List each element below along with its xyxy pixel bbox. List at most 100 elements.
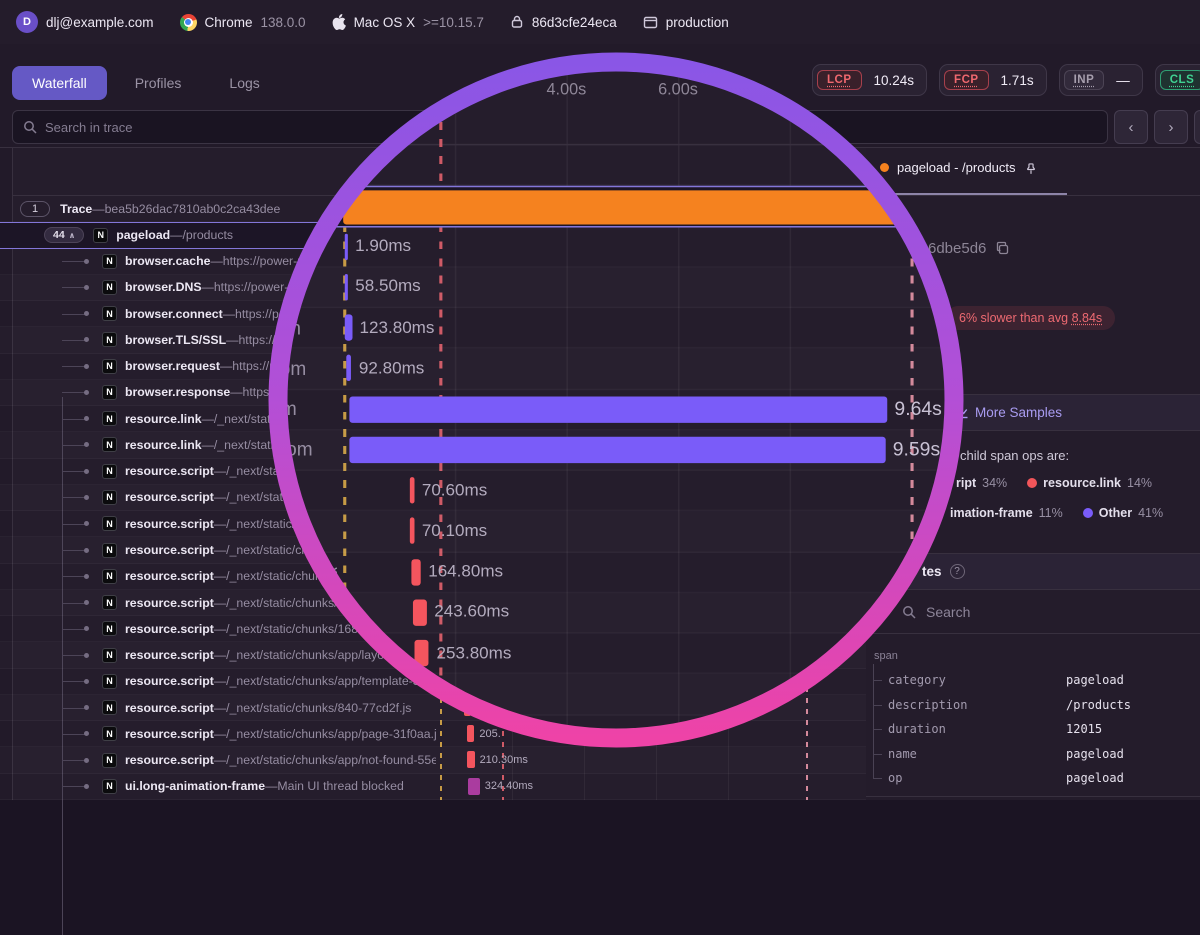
span-op: resource.script xyxy=(125,464,214,478)
prev-match-button[interactable]: ‹ xyxy=(1114,110,1148,144)
release-icon xyxy=(510,15,524,29)
tree-node-dot xyxy=(84,364,89,369)
span-bar[interactable] xyxy=(467,751,475,768)
tree-connector xyxy=(62,261,85,262)
op-desc-separator: — xyxy=(214,622,226,636)
span-row[interactable]: Nui.long-animation-frame — Main UI threa… xyxy=(0,774,866,800)
vital-inp[interactable]: INP — xyxy=(1059,64,1143,96)
next-match-button[interactable]: › xyxy=(1154,110,1188,144)
op-breakdown-label: imation-frame xyxy=(950,506,1033,520)
op-desc-separator: — xyxy=(230,385,242,399)
attribute-value: pageload xyxy=(1066,771,1124,785)
span-duration-label: 210.30ms xyxy=(480,754,528,766)
tree-node-dot xyxy=(84,758,89,763)
magnifier-lens: D dlj@example.com Chrome 138.0.0 Mac OS … xyxy=(287,71,945,729)
op-desc-separator: — xyxy=(214,727,226,741)
span-op: resource.script xyxy=(125,596,214,610)
tree-connector xyxy=(62,550,85,551)
expand-collapse-pill[interactable]: 44∧ xyxy=(44,227,84,243)
nextjs-icon: N xyxy=(102,411,117,426)
vital-cls[interactable]: CLS 0 xyxy=(1155,64,1200,96)
op-breakdown-pct: 11% xyxy=(1039,506,1063,520)
tree-connector xyxy=(62,734,85,735)
release-chip: 86d3cfe24eca xyxy=(510,15,617,30)
slower-than-avg-badge: 6% slower than avg 8.84s xyxy=(946,306,1115,330)
tree-connector xyxy=(62,287,85,288)
span-op: resource.script xyxy=(125,490,214,504)
browser-version: 138.0.0 xyxy=(261,15,306,30)
tree-node-dot xyxy=(84,653,89,658)
tree-connector xyxy=(62,603,85,604)
nextjs-icon: N xyxy=(102,280,117,295)
apple-icon xyxy=(332,14,346,30)
tree-connector xyxy=(62,786,85,787)
span-op: resource.link xyxy=(125,438,202,452)
op-desc-separator: — xyxy=(214,596,226,610)
browser-name: Chrome xyxy=(205,15,253,30)
nextjs-icon: N xyxy=(102,464,117,479)
span-bar[interactable] xyxy=(468,778,480,795)
ops-breakdown-line-2: imation-frame11%Other41% xyxy=(950,506,1177,520)
nextjs-icon: N xyxy=(102,595,117,610)
search-placeholder: Search in trace xyxy=(45,120,132,135)
tree-connector xyxy=(62,340,85,341)
help-icon[interactable]: ? xyxy=(950,564,965,579)
pin-icon[interactable] xyxy=(1024,161,1038,175)
os-name: Mac OS X xyxy=(354,15,416,30)
slower-text: 6% slower than avg xyxy=(959,311,1068,325)
tree-connector xyxy=(62,524,85,525)
nextjs-icon: N xyxy=(102,779,117,794)
tree-node-dot xyxy=(84,442,89,447)
tab-logs[interactable]: Logs xyxy=(209,66,279,100)
span-op: browser.DNS xyxy=(125,280,202,294)
span-description: /products xyxy=(182,228,233,242)
copy-icon[interactable] xyxy=(995,241,1010,256)
environment-chip: production xyxy=(643,15,729,30)
op-desc-separator: — xyxy=(214,569,226,583)
span-op: browser.connect xyxy=(125,307,223,321)
user-avatar: D xyxy=(16,11,38,33)
tree-connector xyxy=(62,576,85,577)
tree-node-dot xyxy=(84,495,89,500)
tab-profiles[interactable]: Profiles xyxy=(115,66,202,100)
vital-cls-label: CLS xyxy=(1160,70,1200,90)
span-description: bea5b26dac7810ab0c2ca43dee xyxy=(105,202,281,216)
nextjs-icon: N xyxy=(102,569,117,584)
tree-node-dot xyxy=(84,626,89,631)
op-desc-separator: — xyxy=(214,648,226,662)
attribute-tree-stub xyxy=(873,729,882,730)
more-samples-link[interactable]: More Samples xyxy=(956,405,1062,420)
child-count-pill[interactable]: 1 xyxy=(20,201,50,217)
nextjs-icon: N xyxy=(102,700,117,715)
vital-fcp-value: 1.71s xyxy=(989,73,1046,88)
tree-node-dot xyxy=(84,469,89,474)
op-desc-separator: — xyxy=(92,202,104,216)
op-desc-separator: — xyxy=(202,438,214,452)
span-op: resource.script xyxy=(125,517,214,531)
span-duration-label: 205. xyxy=(479,728,500,740)
nextjs-icon: N xyxy=(102,385,117,400)
op-desc-separator: — xyxy=(214,753,226,767)
span-description: /_next/static/chunks/app/not-found-55e7d… xyxy=(226,753,436,767)
span-row[interactable]: Nresource.script — /_next/static/chunks/… xyxy=(0,747,866,773)
attribute-value: pageload xyxy=(1066,673,1124,687)
tree-node-dot xyxy=(84,574,89,579)
op-desc-separator: — xyxy=(223,307,235,321)
ops-breakdown-intro: child span ops are: xyxy=(960,448,1069,463)
attribute-key: name xyxy=(888,747,1066,761)
tree-node-dot xyxy=(84,679,89,684)
span-op: resource.script xyxy=(125,569,214,583)
tree-node-dot xyxy=(84,548,89,553)
nextjs-icon: N xyxy=(102,254,117,269)
tree-node-dot xyxy=(84,416,89,421)
nextjs-icon: N xyxy=(102,490,117,505)
search-icon xyxy=(23,120,37,134)
chrome-icon xyxy=(180,14,197,31)
vital-fcp[interactable]: FCP 1.71s xyxy=(939,64,1047,96)
span-op: browser.cache xyxy=(125,254,210,268)
span-op: resource.link xyxy=(125,412,202,426)
tab-waterfall[interactable]: Waterfall xyxy=(12,66,107,100)
nextjs-icon: N xyxy=(102,516,117,531)
span-description: Main UI thread blocked xyxy=(277,779,403,793)
tree-node-dot xyxy=(84,705,89,710)
